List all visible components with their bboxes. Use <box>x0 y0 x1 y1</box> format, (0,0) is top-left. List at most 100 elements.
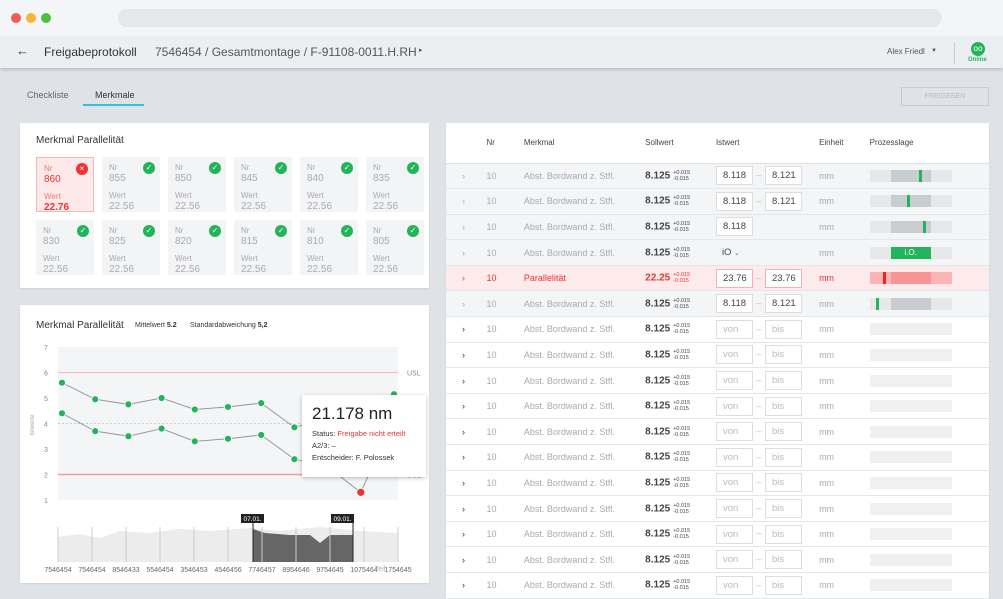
measurement-tile[interactable]: Nr 850 Wert 22.56 ✓ <box>168 157 226 212</box>
breadcrumb[interactable]: 7546454 / Gesamtmontage / F-91108-0011.H… <box>155 45 417 59</box>
chevron-down-icon[interactable]: ⌄ <box>734 250 740 257</box>
expand-chevron-icon[interactable]: › <box>446 265 487 292</box>
istwert-von-input[interactable]: von <box>715 499 753 519</box>
table-row[interactable]: › 10 Abst. Bordwand z. Stfl. 8.125 +0.015… <box>446 470 989 497</box>
istwert-bis-input[interactable]: bis <box>764 396 802 416</box>
istwert-bis-input[interactable]: bis <box>764 371 802 391</box>
table-row[interactable]: › 10 Abst. Bordwand z. Stfl. 8.125 +0.015… <box>446 342 989 369</box>
expand-chevron-icon[interactable]: › <box>446 444 487 471</box>
table-row[interactable]: › 10 Abst. Bordwand z. Stfl. 8.125 +0.015… <box>446 214 989 241</box>
istwert-bis-input[interactable]: bis <box>764 473 802 493</box>
io-select[interactable]: iO <box>722 247 732 258</box>
column-header[interactable]: Merkmal <box>523 123 646 164</box>
table-row[interactable]: › 10 Abst. Bordwand z. Stfl. 8.125 +0.015… <box>446 444 989 471</box>
column-header[interactable]: Einheit <box>819 123 870 164</box>
istwert-bis-input[interactable]: bis <box>764 575 802 595</box>
measurement-tile[interactable]: Nr 860 Wert 22.76 × <box>36 157 94 213</box>
column-header[interactable]: Prozesslage <box>869 123 989 164</box>
table-row[interactable]: › 10 Abst. Bordwand z. Stfl. 8.125 +0.015… <box>446 188 989 215</box>
istwert-von-input[interactable]: von <box>715 575 753 595</box>
table-row[interactable]: › 10 Abst. Bordwand z. Stfl. 8.125 +0.015… <box>446 393 989 420</box>
table-row[interactable]: › 10 Abst. Bordwand z. Stfl. 8.125 +0.015… <box>446 418 989 446</box>
release-button[interactable]: FREIGEBEN <box>901 87 989 106</box>
istwert-bis-input[interactable]: 8.121 <box>764 191 802 211</box>
maximize-window-icon[interactable] <box>41 13 51 23</box>
table-row[interactable]: › 10 Abst. Bordwand z. Stfl. 8.125 +0.015… <box>446 163 989 190</box>
table-row[interactable]: › 10 Abst. Bordwand z. Stfl. 8.125 +0.015… <box>446 239 989 266</box>
measurement-tile[interactable]: Nr 820 Wert 22.56 ✓ <box>168 220 226 275</box>
istwert-von-input[interactable]: von <box>715 319 753 339</box>
expand-chevron-icon[interactable]: › <box>446 316 487 343</box>
istwert-bis-input[interactable]: bis <box>764 499 802 519</box>
istwert-bis-input[interactable]: bis <box>764 447 802 467</box>
tab-checkliste[interactable]: Checkliste <box>27 90 69 100</box>
istwert-von-input[interactable]: von <box>715 473 753 493</box>
table-row[interactable]: › 10 Abst. Bordwand z. Stfl. 8.125 +0.015… <box>446 316 989 343</box>
istwert-von-input[interactable]: 8.118 <box>715 217 753 237</box>
measurement-tile[interactable]: Nr 825 Wert 22.56 ✓ <box>102 220 160 275</box>
measurement-tile[interactable]: Nr 855 Wert 22.56 ✓ <box>102 157 160 212</box>
expand-chevron-icon[interactable]: › <box>446 521 487 548</box>
istwert-von-input[interactable]: 8.118 <box>715 191 753 211</box>
istwert-bis-input[interactable]: 8.121 <box>764 294 802 314</box>
expand-chevron-icon[interactable]: › <box>446 470 487 497</box>
back-arrow-icon[interactable]: ← <box>16 43 29 58</box>
istwert-von-input[interactable]: von <box>715 345 753 365</box>
expand-chevron-icon[interactable]: › <box>446 214 487 241</box>
expand-chevron-icon[interactable]: › <box>446 163 487 190</box>
table-row[interactable]: › 10 Abst. Bordwand z. Stfl. 8.125 +0.015… <box>446 572 989 599</box>
expand-chevron-icon[interactable]: › <box>446 239 487 266</box>
column-header[interactable]: Sollwert <box>645 123 716 164</box>
row-sollwert: 8.125 <box>645 579 671 591</box>
table-row[interactable]: › 10 Abst. Bordwand z. Stfl. 8.125 +0.015… <box>446 367 989 394</box>
close-window-icon[interactable] <box>11 13 21 23</box>
address-bar[interactable] <box>118 9 942 27</box>
istwert-von-input[interactable]: 8.118 <box>715 166 753 186</box>
minimize-window-icon[interactable] <box>26 13 36 23</box>
istwert-von-input[interactable]: von <box>715 447 753 467</box>
column-header[interactable]: Istwert <box>715 123 820 164</box>
istwert-von-input[interactable]: von <box>715 524 753 544</box>
table-row[interactable]: › 10 Abst. Bordwand z. Stfl. 8.125 +0.015… <box>446 495 989 522</box>
tab-merkmale[interactable]: Merkmale <box>95 90 135 100</box>
table-row[interactable]: › 10 Abst. Bordwand z. Stfl. 8.125 +0.015… <box>446 521 989 548</box>
measurement-tile[interactable]: Nr 810 Wert 22.56 ✓ <box>300 220 358 275</box>
measurement-tile[interactable]: Nr 840 Wert 22.56 ✓ <box>300 157 358 212</box>
istwert-von-input[interactable]: 23.76 <box>715 268 753 288</box>
caret-right-icon[interactable]: ▸ <box>419 46 423 54</box>
istwert-bis-input[interactable]: 8.121 <box>764 166 802 186</box>
istwert-von-input[interactable]: 8.118 <box>715 294 753 314</box>
istwert-bis-input[interactable]: bis <box>764 524 802 544</box>
expand-chevron-icon[interactable]: › <box>446 418 487 446</box>
table-row[interactable]: › 10 Abst. Bordwand z. Stfl. 8.125 +0.015… <box>446 546 989 573</box>
istwert-von-input[interactable]: von <box>715 422 753 442</box>
istwert-bis-input[interactable]: bis <box>764 422 802 442</box>
expand-chevron-icon[interactable]: › <box>446 393 487 420</box>
measurement-tile[interactable]: Nr 805 Wert 22.56 ✓ <box>366 220 424 275</box>
caret-down-icon[interactable]: ▼ <box>931 48 937 54</box>
istwert-bis-input[interactable]: 23.76 <box>764 268 802 288</box>
expand-chevron-icon[interactable]: › <box>446 546 487 573</box>
istwert-von-input[interactable]: von <box>715 396 753 416</box>
expand-chevron-icon[interactable]: › <box>446 572 487 599</box>
expand-chevron-icon[interactable]: › <box>446 290 487 318</box>
user-menu[interactable]: Alex Friedl <box>887 47 925 56</box>
measurement-tile[interactable]: Nr 845 Wert 22.56 ✓ <box>234 157 292 212</box>
measurement-tile[interactable]: Nr 830 Wert 22.56 ✓ <box>36 220 94 275</box>
istwert-von-input[interactable]: von <box>715 371 753 391</box>
expand-chevron-icon[interactable]: › <box>446 188 487 215</box>
tooltip-decider: Entscheider: F. Polossek <box>312 453 395 462</box>
measurement-tile[interactable]: Nr 835 Wert 22.56 ✓ <box>366 157 424 212</box>
istwert-von-input[interactable]: von <box>715 550 753 570</box>
istwert-bis-input[interactable]: bis <box>764 319 802 339</box>
istwert-bis-input[interactable]: bis <box>764 550 802 570</box>
expand-chevron-icon[interactable]: › <box>446 342 487 369</box>
divider <box>954 42 955 64</box>
table-row[interactable]: › 10 Abst. Bordwand z. Stfl. 8.125 +0.015… <box>446 290 989 318</box>
expand-chevron-icon[interactable]: › <box>446 367 487 394</box>
measurement-tile[interactable]: Nr 815 Wert 22.56 ✓ <box>234 220 292 275</box>
expand-chevron-icon[interactable]: › <box>446 495 487 522</box>
column-header[interactable]: Nr <box>486 123 524 164</box>
table-row[interactable]: › 10 Parallelität 22.25 +0.015 -0.015 23.7… <box>446 265 989 292</box>
istwert-bis-input[interactable]: bis <box>764 345 802 365</box>
